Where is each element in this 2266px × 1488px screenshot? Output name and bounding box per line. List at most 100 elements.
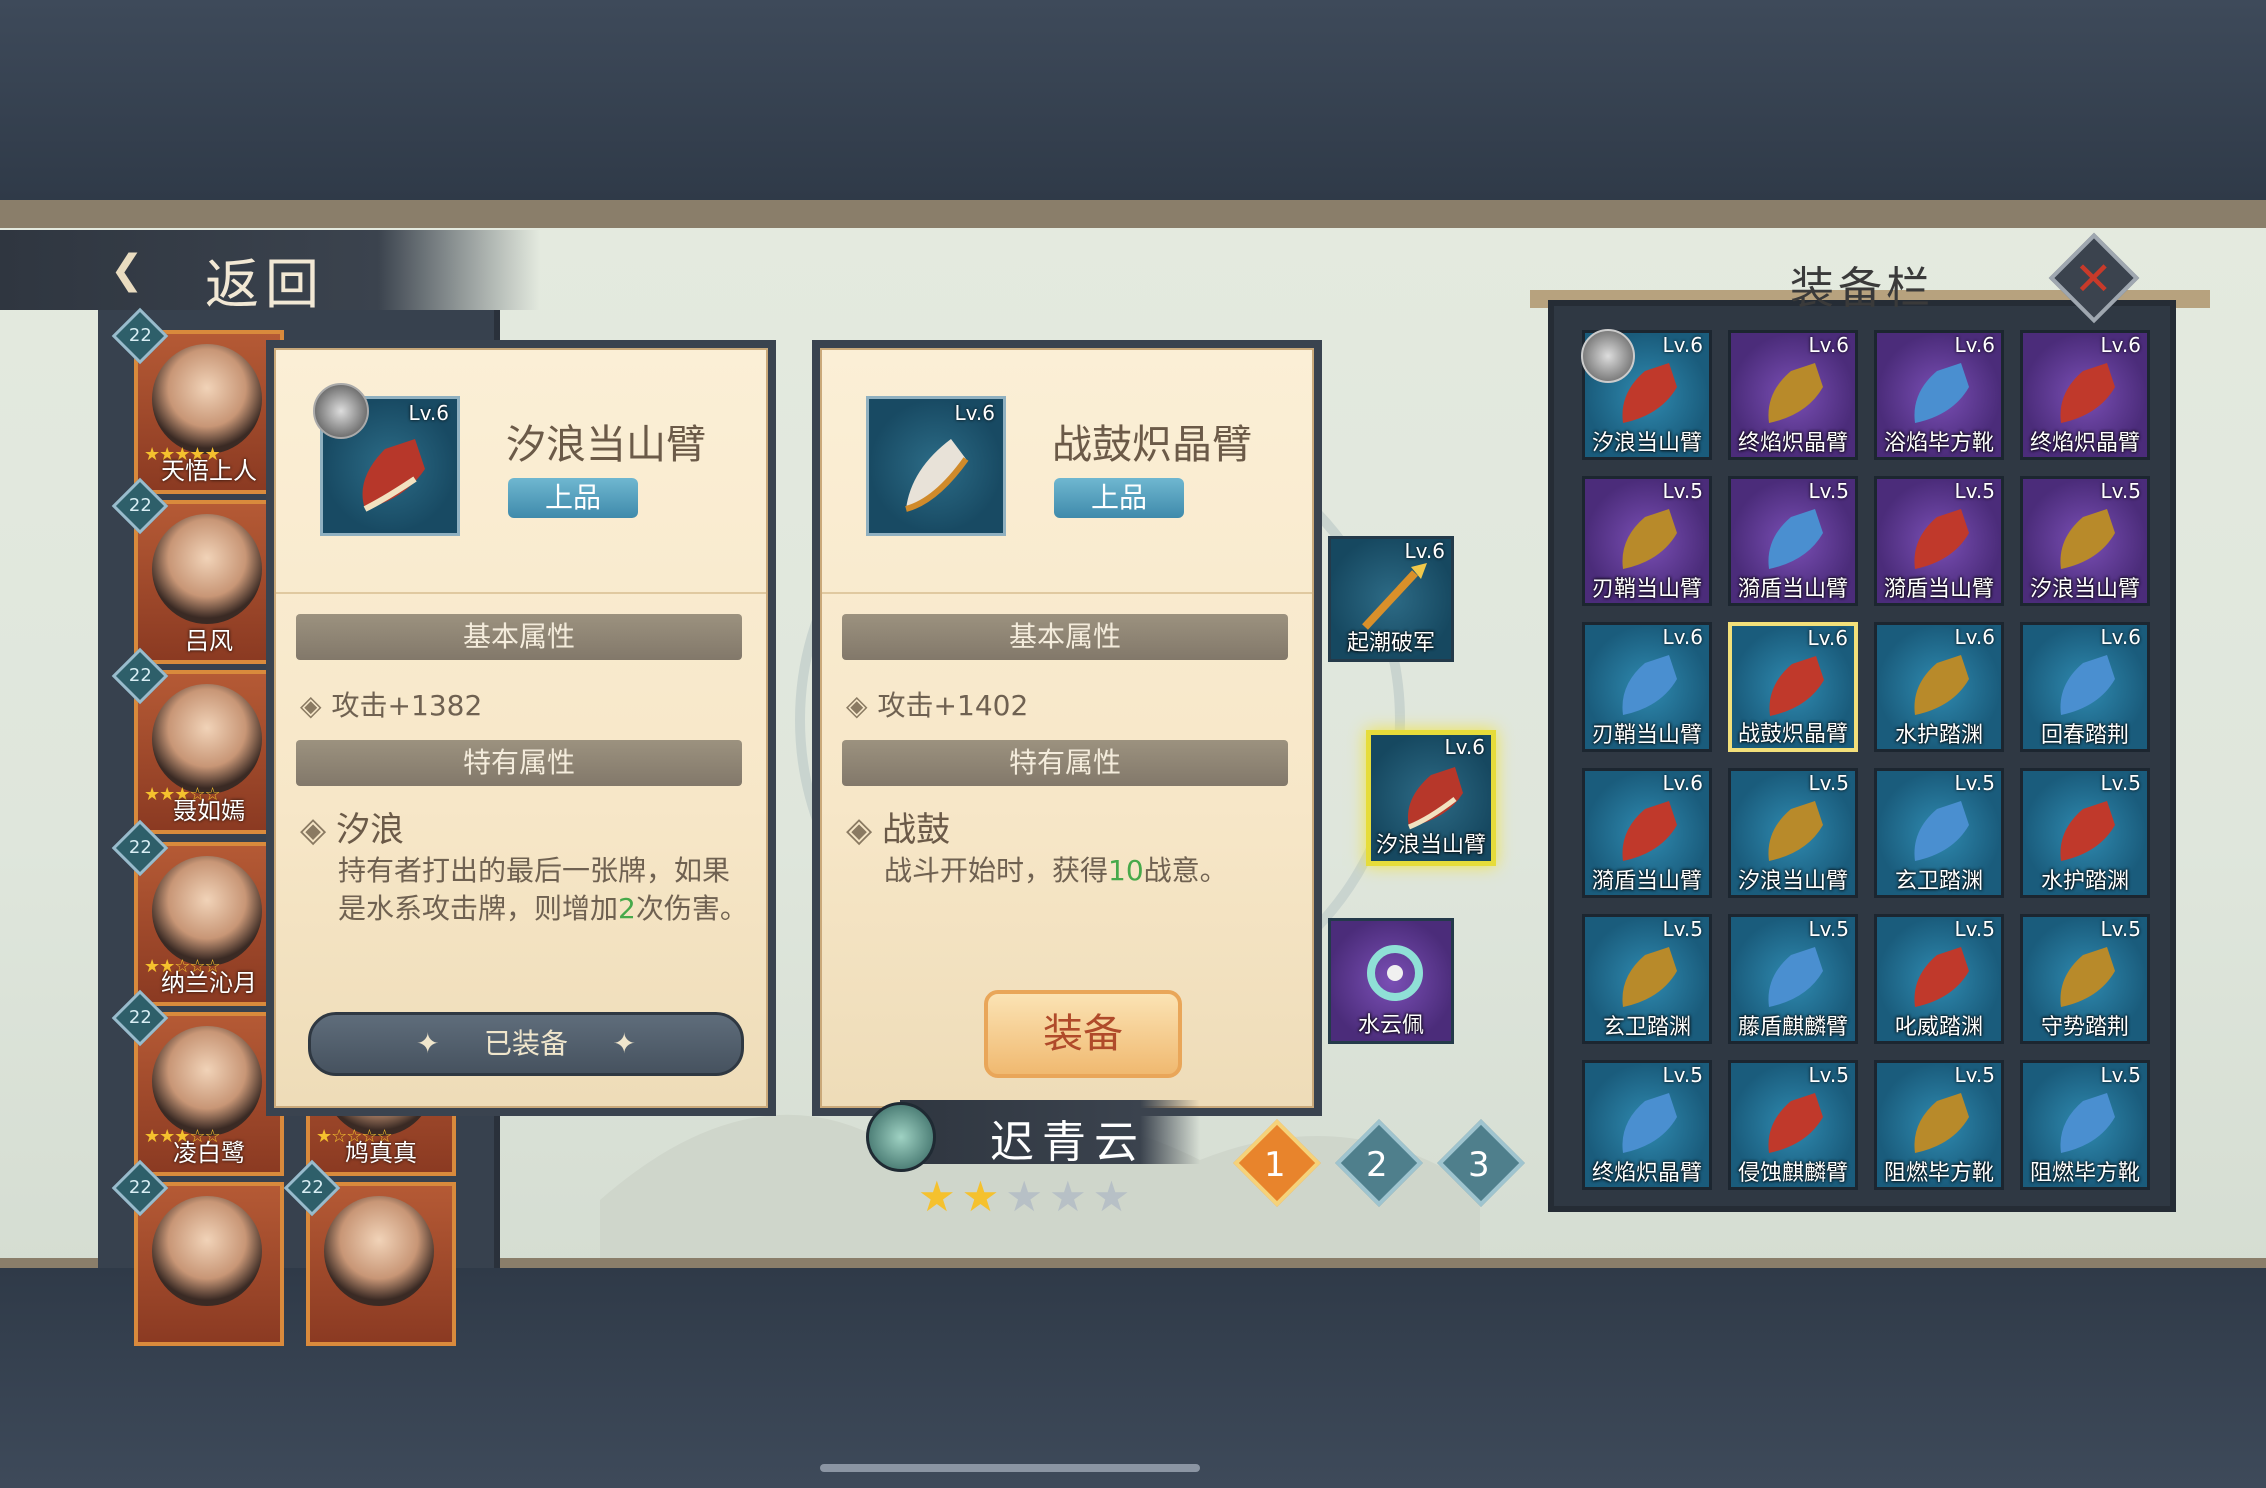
- item-level: Lv.5: [1662, 917, 1703, 941]
- item-level: Lv.5: [2100, 1063, 2141, 1087]
- inventory-item[interactable]: Lv.5 汐浪当山臂: [2020, 476, 2150, 606]
- hero-card[interactable]: ★★★★★ 天悟上人: [134, 330, 284, 494]
- hero-portrait: [152, 514, 262, 624]
- item-level: Lv.5: [2100, 917, 2141, 941]
- slot-name: 水云佩: [1357, 1013, 1424, 1038]
- inventory-item[interactable]: Lv.6 刃鞘当山臂: [1582, 622, 1712, 752]
- page-number: 2: [1366, 1145, 1388, 1186]
- equipment-icon: [2060, 363, 2115, 423]
- hero-portrait: [324, 1196, 434, 1306]
- inventory-item[interactable]: Lv.6 回春踏荆: [2020, 622, 2150, 752]
- inventory-item[interactable]: Lv.6 汐浪当山臂: [1581, 329, 1712, 460]
- inventory-item[interactable]: Lv.5 玄卫踏渊: [1874, 768, 2004, 898]
- hero-name-plate: 迟青云: [900, 1100, 1200, 1168]
- hero-card[interactable]: ★★★☆☆ 聂如嫣: [134, 670, 284, 834]
- item-level: Lv.5: [1954, 771, 1995, 795]
- inventory-item[interactable]: Lv.5 终焰炽晶臂: [1582, 1060, 1712, 1190]
- inventory-item[interactable]: Lv.6 水护踏渊: [1874, 622, 2004, 752]
- back-arrow-icon[interactable]: ❮: [110, 248, 180, 292]
- top-letterbox: [0, 0, 2266, 200]
- equipment-icon: [1622, 1093, 1677, 1153]
- item-name: 回春踏荆: [2040, 723, 2129, 748]
- page-number: 1: [1264, 1145, 1286, 1186]
- item-name: 水护踏渊: [2040, 869, 2129, 894]
- accessory-slot[interactable]: 水云佩: [1328, 918, 1454, 1044]
- equipment-icon: [1768, 801, 1823, 861]
- hero-card[interactable]: ★★☆☆☆ 纳兰沁月: [134, 842, 284, 1006]
- hero-name: 纳兰沁月: [161, 969, 257, 997]
- item-level: Lv.6: [1662, 771, 1703, 795]
- inventory-item[interactable]: Lv.5 刃鞘当山臂: [1582, 476, 1712, 606]
- equipment-icon: [1622, 947, 1677, 1007]
- item-level: Lv.5: [1954, 1063, 1995, 1087]
- inventory-item[interactable]: Lv.5 汐浪当山臂: [1728, 768, 1858, 898]
- hero-card[interactable]: [134, 1182, 284, 1346]
- close-icon[interactable]: ✕: [2065, 252, 2121, 306]
- back-button[interactable]: 返回: [205, 240, 325, 319]
- armguard-icon: [362, 439, 425, 512]
- diamond-icon: ◈: [846, 689, 868, 722]
- grade-badge: 上品: [508, 478, 638, 518]
- desc-text-end: 次伤害。: [635, 892, 748, 925]
- hero-level: 22: [128, 495, 152, 517]
- hero-card[interactable]: [306, 1182, 456, 1346]
- hero-portrait: [152, 856, 262, 966]
- hero-card[interactable]: ★★★☆☆ 凌白鹭: [134, 1012, 284, 1176]
- spear-icon: [1362, 563, 1427, 630]
- item-level: Lv.6: [1954, 333, 1995, 357]
- weapon-slot[interactable]: Lv.6 起潮破军: [1328, 536, 1454, 662]
- item-name: 漪盾当山臂: [1737, 577, 1848, 602]
- inventory-item[interactable]: Lv.5 侵蚀麒麟臂: [1728, 1060, 1858, 1190]
- inventory-item[interactable]: Lv.6 漪盾当山臂: [1582, 768, 1712, 898]
- item-level: Lv.6: [1808, 333, 1849, 357]
- item-name: 守势踏荆: [2040, 1015, 2129, 1040]
- inventory-item[interactable]: Lv.6 终焰炽晶臂: [2020, 330, 2150, 460]
- frame-top-edge: [0, 200, 2266, 228]
- inventory-item[interactable]: Lv.5 漪盾当山臂: [1874, 476, 2004, 606]
- item-name: 终焰炽晶臂: [2029, 431, 2140, 456]
- divider: [822, 592, 1312, 594]
- water-element-icon: [866, 1102, 936, 1172]
- equipment-icon: [1914, 801, 1969, 861]
- equipment-icon: [1622, 509, 1677, 569]
- special-attr-desc: 持有者打出的最后一张牌，如果是水系攻击牌，则增加2次伤害。: [338, 852, 748, 928]
- item-name: 水护踏渊: [1894, 723, 1983, 748]
- desc-number: 2: [618, 892, 636, 925]
- inventory-item[interactable]: Lv.6 战鼓炽晶臂: [1728, 622, 1858, 752]
- item-name: 侵蚀麒麟臂: [1737, 1161, 1848, 1186]
- item-level: Lv.5: [2100, 771, 2141, 795]
- desc-text-end: 战意。: [1143, 854, 1228, 887]
- inventory-item[interactable]: Lv.5 漪盾当山臂: [1728, 476, 1858, 606]
- home-indicator[interactable]: [820, 1464, 1200, 1472]
- item-name: 浴焰毕方靴: [1883, 431, 1994, 456]
- hero-portrait: [152, 684, 262, 794]
- item-icon: Lv.6: [866, 396, 1006, 536]
- item-name: 终焰炽晶臂: [1737, 431, 1848, 456]
- item-name: 阻燃毕方靴: [1883, 1161, 1994, 1186]
- armguard-slot-selected[interactable]: Lv.6 汐浪当山臂: [1366, 730, 1496, 866]
- item-level: Lv.5: [1954, 917, 1995, 941]
- inventory-item[interactable]: Lv.5 玄卫踏渊: [1582, 914, 1712, 1044]
- item-level: Lv.5: [1808, 917, 1849, 941]
- item-level: Lv.6: [2100, 333, 2141, 357]
- item-level: Lv.6: [1662, 625, 1703, 649]
- inventory-item[interactable]: Lv.5 水护踏渊: [2020, 768, 2150, 898]
- attack-value: 攻击+1382: [331, 689, 483, 722]
- inventory-item[interactable]: Lv.5 藤盾麒麟臂: [1728, 914, 1858, 1044]
- inventory-item[interactable]: Lv.5 阻燃毕方靴: [2020, 1060, 2150, 1190]
- item-name: 漪盾当山臂: [1591, 869, 1702, 894]
- special-name-text: 战鼓: [882, 810, 951, 850]
- inventory-item[interactable]: Lv.5 叱威踏渊: [1874, 914, 2004, 1044]
- hero-name: 天悟上人: [161, 457, 257, 485]
- inventory-item[interactable]: Lv.5 守势踏荆: [2020, 914, 2150, 1044]
- inventory-item[interactable]: Lv.5 阻燃毕方靴: [1874, 1060, 2004, 1190]
- inventory-item[interactable]: Lv.6 终焰炽晶臂: [1728, 330, 1858, 460]
- equip-button[interactable]: 装备: [984, 990, 1182, 1078]
- hero-portrait: [152, 1196, 262, 1306]
- inventory-item[interactable]: Lv.6 浴焰毕方靴: [1874, 330, 2004, 460]
- slot-name: 起潮破军: [1346, 631, 1435, 656]
- hero-card[interactable]: 吕风: [134, 500, 284, 664]
- equipped-button[interactable]: ✦ 已装备 ✦: [308, 1012, 744, 1076]
- item-level: Lv.6: [954, 401, 995, 425]
- equipment-icon: [2060, 1093, 2115, 1153]
